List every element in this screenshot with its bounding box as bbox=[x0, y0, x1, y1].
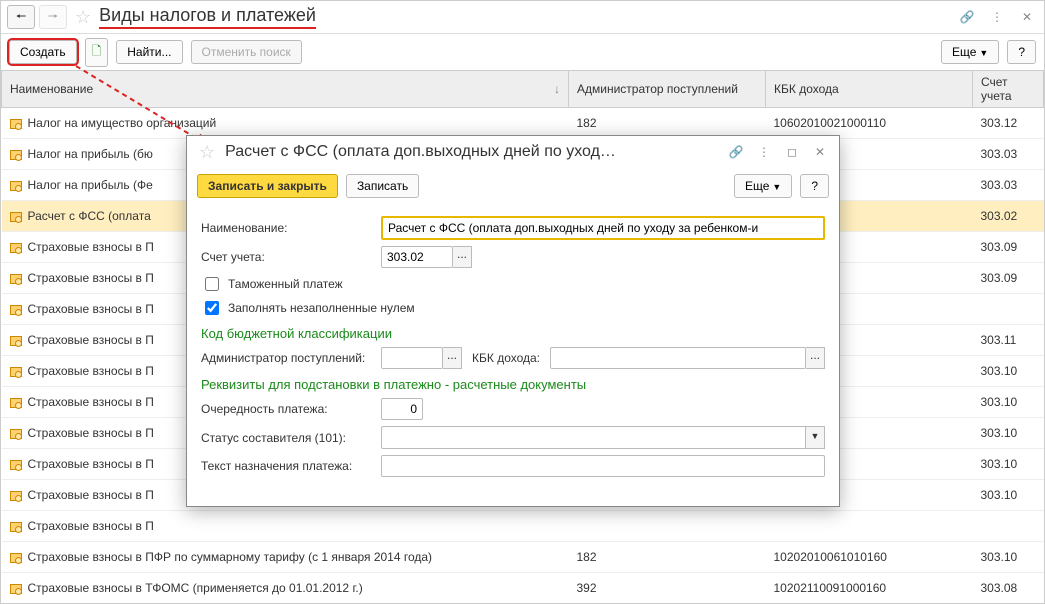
close-window-icon[interactable]: ✕ bbox=[1016, 7, 1038, 27]
row-icon bbox=[10, 488, 24, 502]
link-icon[interactable]: 🔗 bbox=[956, 7, 978, 27]
account-select-button[interactable]: ... bbox=[453, 246, 472, 268]
dialog-maximize-icon[interactable]: ◻ bbox=[781, 142, 803, 162]
row-icon bbox=[10, 581, 24, 595]
save-button[interactable]: Записать bbox=[346, 174, 419, 198]
dialog-help-button[interactable]: ? bbox=[800, 174, 829, 198]
row-icon bbox=[10, 519, 24, 533]
section-payment: Реквизиты для подстановки в платежно - р… bbox=[201, 377, 825, 392]
order-input[interactable] bbox=[381, 398, 423, 420]
row-icon bbox=[10, 395, 24, 409]
customs-checkbox[interactable]: Таможенный платеж bbox=[201, 274, 825, 294]
dialog-more-button[interactable]: Еще▼ bbox=[734, 174, 792, 198]
admin-input[interactable] bbox=[381, 347, 443, 369]
table-row[interactable]: Налог на имущество организаций1821060201… bbox=[2, 108, 1044, 139]
dialog-title: Расчет с ФСС (оплата доп.выходных дней п… bbox=[225, 143, 719, 161]
find-button[interactable]: Найти... bbox=[116, 40, 182, 64]
main-toolbar: Создать 🗋 Найти... Отменить поиск Еще▼ ? bbox=[1, 34, 1044, 70]
section-kbk: Код бюджетной классификации bbox=[201, 326, 825, 341]
row-icon bbox=[10, 240, 24, 254]
row-icon bbox=[10, 457, 24, 471]
page-title: Виды налогов и платежей bbox=[99, 5, 316, 29]
label-purpose: Текст назначения платежа: bbox=[201, 459, 371, 473]
kbk-select-button[interactable]: ... bbox=[806, 347, 825, 369]
label-admin: Администратор поступлений: bbox=[201, 351, 371, 365]
dialog-star-icon[interactable]: ☆ bbox=[199, 142, 215, 163]
col-kbk[interactable]: КБК дохода bbox=[766, 71, 973, 108]
fillzero-checkbox[interactable]: Заполнять незаполненные нулем bbox=[201, 298, 825, 318]
row-icon bbox=[10, 550, 24, 564]
col-admin[interactable]: Администратор поступлений bbox=[569, 71, 766, 108]
row-icon bbox=[10, 333, 24, 347]
label-name: Наименование: bbox=[201, 221, 371, 235]
help-button[interactable]: ? bbox=[1007, 40, 1036, 64]
purpose-input[interactable] bbox=[381, 455, 825, 477]
label-kbk: КБК дохода: bbox=[472, 351, 540, 365]
kbk-input[interactable] bbox=[550, 347, 806, 369]
row-icon bbox=[10, 147, 24, 161]
more-button[interactable]: Еще▼ bbox=[941, 40, 999, 64]
cancel-find-button: Отменить поиск bbox=[191, 40, 302, 64]
dialog-close-icon[interactable]: ✕ bbox=[809, 142, 831, 162]
row-icon bbox=[10, 116, 24, 130]
col-account[interactable]: Счет учета bbox=[973, 71, 1044, 108]
row-icon bbox=[10, 178, 24, 192]
nav-forward-button[interactable]: 🠖 bbox=[39, 5, 67, 29]
table-row[interactable]: Страховые взносы в П bbox=[2, 511, 1044, 542]
label-order: Очередность платежа: bbox=[201, 402, 371, 416]
menu-dots-icon[interactable]: ⋮ bbox=[986, 7, 1008, 27]
row-icon bbox=[10, 426, 24, 440]
edit-dialog: ☆ Расчет с ФСС (оплата доп.выходных дней… bbox=[186, 135, 840, 507]
refresh-button[interactable]: 🗋 bbox=[85, 38, 109, 67]
status-input[interactable] bbox=[381, 426, 805, 449]
row-icon bbox=[10, 271, 24, 285]
name-input[interactable] bbox=[381, 216, 825, 240]
label-status: Статус составителя (101): bbox=[201, 431, 371, 445]
row-icon bbox=[10, 302, 24, 316]
admin-select-button[interactable]: ... bbox=[443, 347, 462, 369]
save-close-button[interactable]: Записать и закрыть bbox=[197, 174, 338, 198]
dialog-link-icon[interactable]: 🔗 bbox=[725, 142, 747, 162]
status-dropdown-button[interactable]: ▼ bbox=[805, 426, 825, 449]
row-icon bbox=[10, 209, 24, 223]
account-input[interactable] bbox=[381, 246, 453, 268]
label-account: Счет учета: bbox=[201, 250, 371, 264]
create-button[interactable]: Создать bbox=[9, 40, 77, 64]
row-icon bbox=[10, 364, 24, 378]
dialog-menu-icon[interactable]: ⋮ bbox=[753, 142, 775, 162]
table-row[interactable]: Страховые взносы в ПФР по суммарному тар… bbox=[2, 542, 1044, 573]
table-row[interactable]: Страховые взносы в ТФОМС (применяется до… bbox=[2, 573, 1044, 604]
favorite-star-icon[interactable]: ☆ bbox=[75, 7, 91, 28]
nav-back-button[interactable]: 🠔 bbox=[7, 5, 35, 29]
col-name[interactable]: Наименование↓ bbox=[2, 71, 569, 108]
window-header: 🠔 🠖 ☆ Виды налогов и платежей 🔗 ⋮ ✕ bbox=[1, 1, 1044, 34]
